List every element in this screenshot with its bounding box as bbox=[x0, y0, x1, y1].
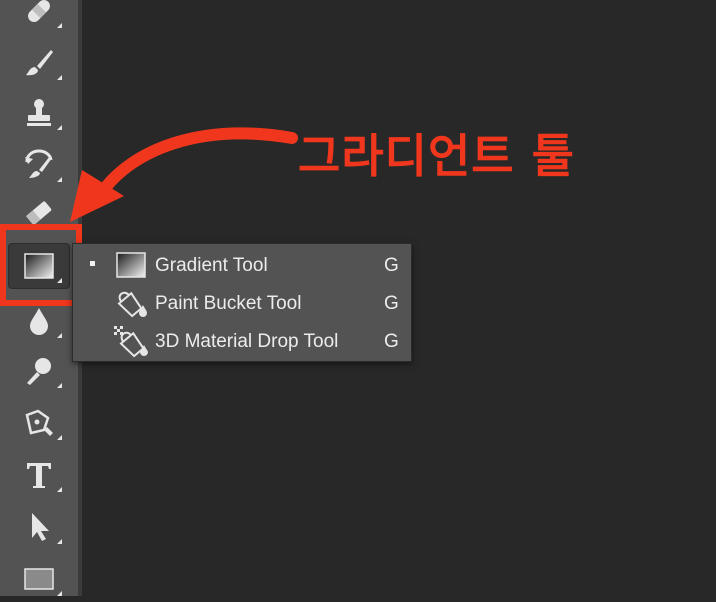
pen-tool[interactable] bbox=[8, 400, 70, 446]
path-selection-tool[interactable] bbox=[8, 504, 70, 550]
pen-icon bbox=[25, 409, 53, 436]
eraser-tool[interactable] bbox=[8, 190, 70, 236]
gradient-icon bbox=[116, 252, 146, 278]
brush-icon bbox=[26, 50, 53, 76]
eraser-icon bbox=[25, 201, 52, 226]
annotation-label: 그라디언트 툴 bbox=[298, 129, 575, 183]
history-brush-icon bbox=[25, 149, 53, 178]
bandage-icon bbox=[28, 0, 50, 22]
selected-indicator bbox=[90, 261, 95, 266]
drop-icon bbox=[30, 308, 48, 335]
blur-tool[interactable] bbox=[8, 298, 70, 344]
healing-brush-tool[interactable] bbox=[8, 0, 70, 34]
type-icon bbox=[27, 463, 51, 488]
tools-panel bbox=[0, 0, 82, 596]
gradient-tool[interactable] bbox=[8, 243, 70, 289]
dodge-icon bbox=[27, 358, 51, 385]
brush-tool[interactable] bbox=[8, 40, 70, 86]
gradient-icon bbox=[24, 253, 54, 279]
flyout-item-label: Paint Bucket Tool bbox=[155, 293, 302, 314]
arrow-cursor-icon bbox=[32, 513, 49, 541]
flyout-item-shortcut: G bbox=[384, 255, 399, 276]
flyout-item-3d-material-drop-tool[interactable]: 3D Material Drop Tool G bbox=[73, 322, 411, 360]
flyout-item-paint-bucket-tool[interactable]: Paint Bucket Tool G bbox=[73, 284, 411, 322]
flyout-item-shortcut: G bbox=[384, 293, 399, 314]
clone-stamp-tool[interactable] bbox=[8, 90, 70, 136]
dodge-tool[interactable] bbox=[8, 348, 70, 394]
flyout-item-label: 3D Material Drop Tool bbox=[155, 331, 339, 352]
rectangle-icon bbox=[24, 568, 54, 590]
material-drop-icon bbox=[114, 326, 148, 357]
flyout-item-label: Gradient Tool bbox=[155, 255, 268, 276]
paint-bucket-icon bbox=[117, 291, 147, 318]
history-brush-tool[interactable] bbox=[8, 142, 70, 188]
stamp-icon bbox=[27, 99, 51, 126]
type-tool[interactable] bbox=[8, 452, 70, 498]
rectangle-tool[interactable] bbox=[8, 556, 70, 602]
flyout-item-shortcut: G bbox=[384, 331, 399, 352]
flyout-item-gradient-tool[interactable]: Gradient Tool G bbox=[73, 246, 411, 284]
gradient-tool-flyout-menu: Gradient Tool G Paint Bucket Tool G 3D M… bbox=[72, 243, 412, 362]
